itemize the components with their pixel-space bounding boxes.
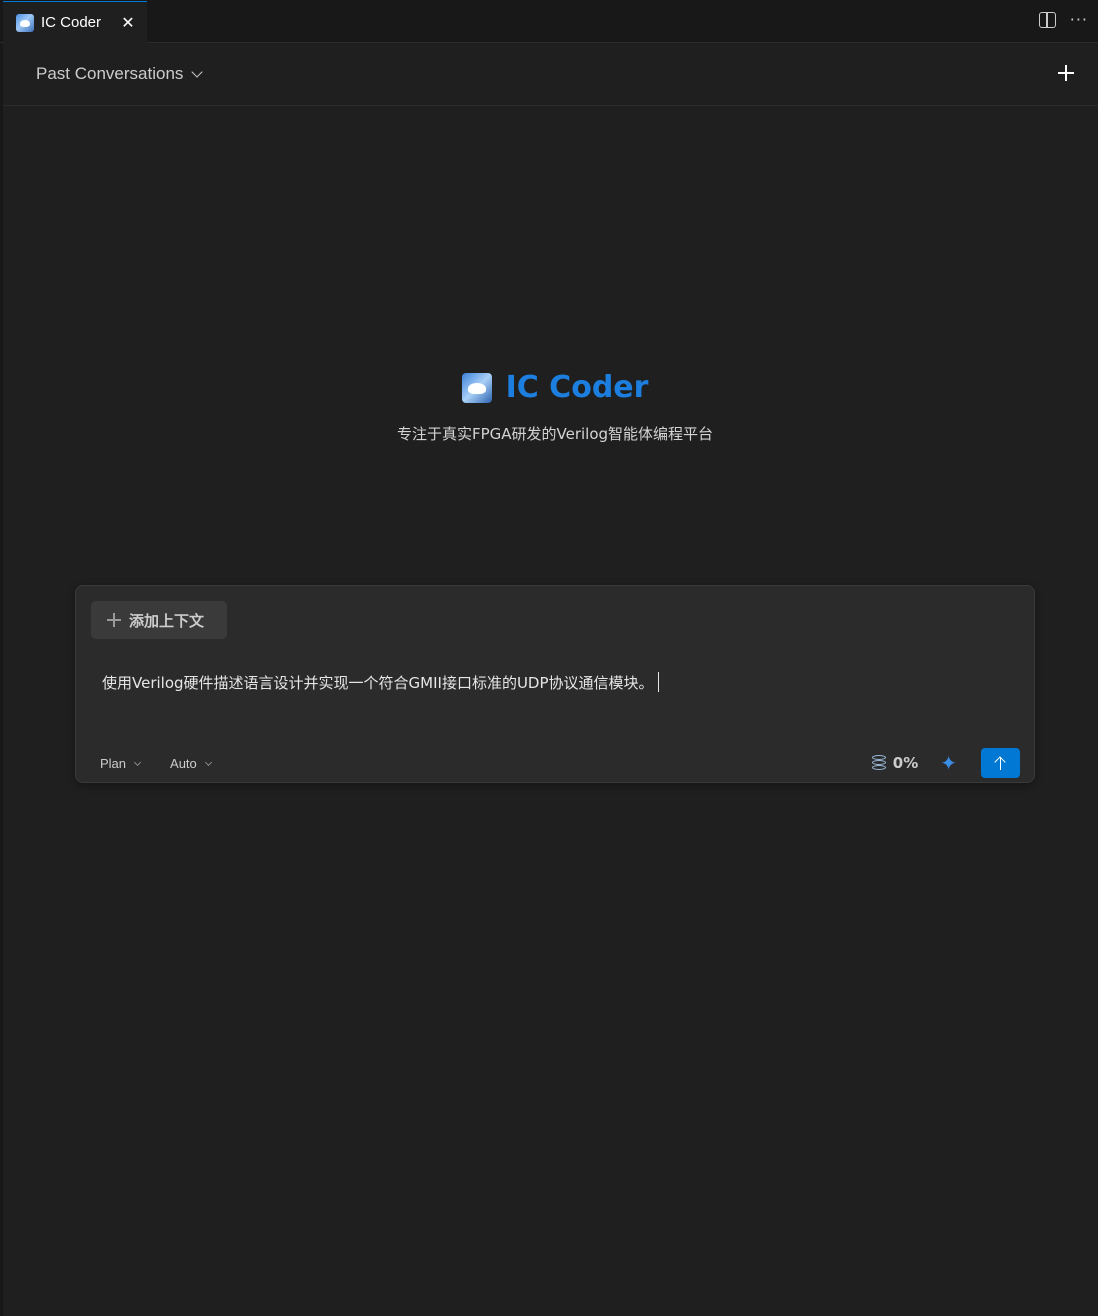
panel-header: Past Conversations xyxy=(3,43,1098,106)
text-caret xyxy=(657,672,659,692)
welcome-hero: IC Coder 专注于真实FPGA研发的Verilog智能体编程平台 xyxy=(0,370,1098,444)
plus-icon xyxy=(107,613,121,627)
composer-options: Plan Auto xyxy=(100,756,212,771)
ic-coder-logo-icon xyxy=(16,13,34,32)
model-label: Auto xyxy=(170,756,197,771)
split-editor-icon[interactable] xyxy=(1038,12,1056,28)
hero-title-row: IC Coder xyxy=(0,370,1098,405)
past-conversations-label: Past Conversations xyxy=(36,64,184,83)
context-usage: 0% xyxy=(892,754,919,772)
add-context-button[interactable]: 添加上下文 xyxy=(91,601,227,639)
send-button[interactable] xyxy=(981,748,1020,778)
prompt-input[interactable]: 使用Verilog硬件描述语言设计并实现一个符合GMII接口标准的UDP协议通信… xyxy=(102,672,1002,693)
tabbar-actions: ··· xyxy=(1038,12,1088,28)
database-icon xyxy=(871,754,886,772)
more-actions-icon[interactable]: ··· xyxy=(1070,12,1088,28)
ic-coder-logo-icon xyxy=(461,372,492,403)
arrow-up-icon xyxy=(995,756,1007,770)
past-conversations-dropdown[interactable]: Past Conversations xyxy=(36,64,204,84)
tab-label: IC Coder xyxy=(41,14,102,31)
new-conversation-plus-icon[interactable] xyxy=(1056,63,1076,83)
mode-label: Plan xyxy=(100,756,127,771)
hero-subtitle: 专注于真实FPGA研发的Verilog智能体编程平台 xyxy=(396,425,714,443)
hero-title: IC Coder xyxy=(505,370,649,405)
chevron-down-icon xyxy=(191,66,204,78)
sparkle-enhance-icon[interactable]: ✦ xyxy=(940,753,957,773)
model-dropdown[interactable]: Auto xyxy=(170,756,212,771)
prompt-text: 使用Verilog硬件描述语言设计并实现一个符合GMII接口标准的UDP协议通信… xyxy=(102,674,654,692)
mode-dropdown[interactable]: Plan xyxy=(100,756,142,771)
chevron-down-icon xyxy=(133,758,142,766)
composer-card: 添加上下文 使用Verilog硬件描述语言设计并实现一个符合GMII接口标准的U… xyxy=(75,585,1035,783)
chevron-down-icon xyxy=(204,758,212,766)
add-context-label: 添加上下文 xyxy=(129,611,205,630)
tab-ic-coder[interactable]: IC Coder ✕ xyxy=(3,1,147,43)
panel-edge xyxy=(0,43,3,1316)
composer-actions: 0% ✦ xyxy=(871,748,1020,778)
close-icon[interactable]: ✕ xyxy=(119,13,137,32)
tab-bar: IC Coder ✕ ··· xyxy=(0,0,1098,43)
